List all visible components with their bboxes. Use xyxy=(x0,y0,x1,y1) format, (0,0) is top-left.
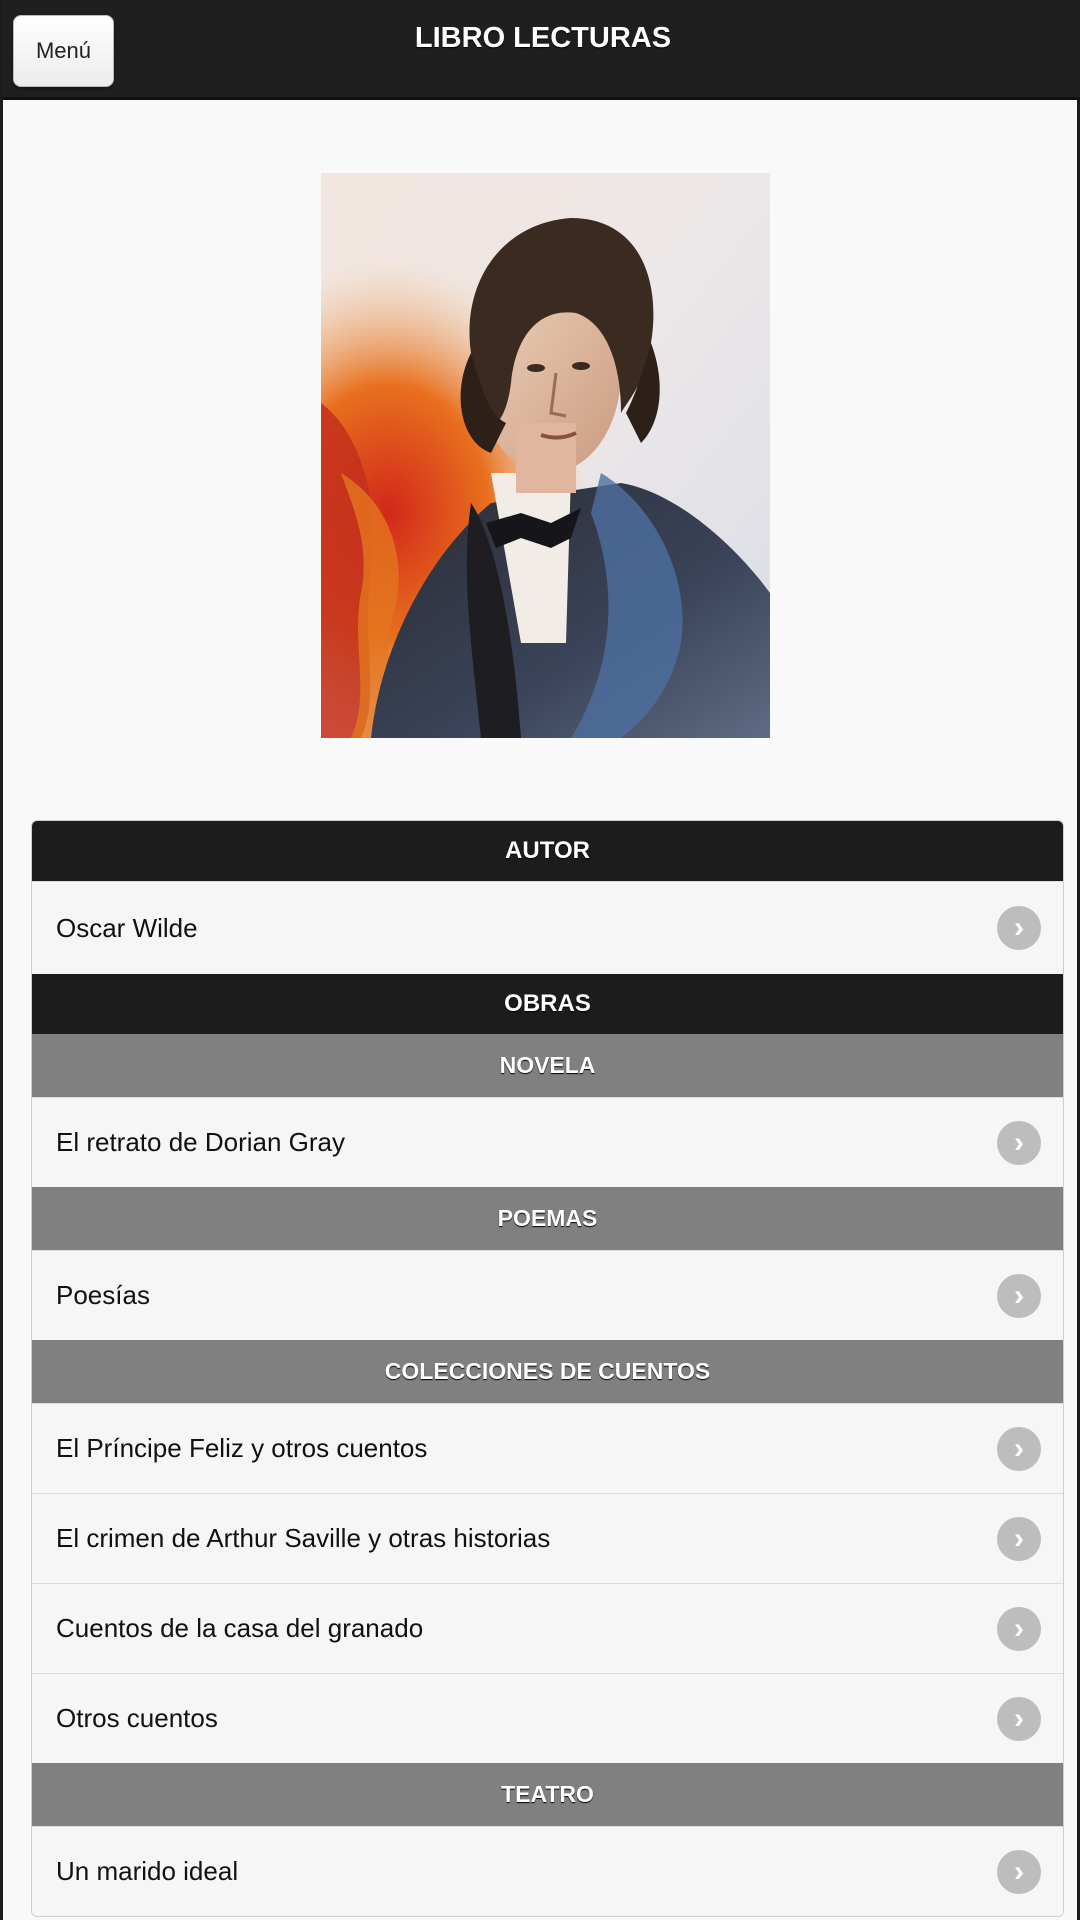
page-title: LIBRO LECTURAS xyxy=(414,22,672,54)
chevron-right-icon: › xyxy=(997,1426,1041,1471)
list-item[interactable]: Un marido ideal › xyxy=(32,1826,1063,1916)
chevron-right-icon: › xyxy=(997,1516,1041,1561)
app-header: Menú LIBRO LECTURAS xyxy=(3,0,1080,100)
list-item[interactable]: El Príncipe Feliz y otros cuentos › xyxy=(32,1403,1063,1493)
chevron-right-icon: › xyxy=(997,1696,1041,1741)
section-header-teatro: TEATRO xyxy=(32,1763,1063,1826)
list-item-label: Poesías xyxy=(56,1280,150,1310)
chevron-right-icon: › xyxy=(997,1120,1041,1165)
chevron-right-icon: › xyxy=(997,1606,1041,1651)
list-item-label: Un marido ideal xyxy=(56,1856,239,1886)
list-item-label: Otros cuentos xyxy=(56,1703,218,1733)
list-item[interactable]: Cuentos de la casa del granado › xyxy=(32,1583,1063,1673)
chevron-right-icon: › xyxy=(997,906,1041,950)
section-header-colecciones: COLECCIONES DE CUENTOS xyxy=(32,1340,1063,1403)
section-header-autor: AUTOR xyxy=(32,821,1063,881)
list-item-label: Cuentos de la casa del granado xyxy=(56,1613,424,1643)
list-item-label: El Príncipe Feliz y otros cuentos xyxy=(56,1433,428,1463)
books-listview: AUTOR Oscar Wilde › OBRAS NOVELA El retr… xyxy=(31,820,1064,1917)
list-item[interactable]: Poesías › xyxy=(32,1250,1063,1340)
list-item-label: Oscar Wilde xyxy=(56,912,198,943)
author-portrait-image xyxy=(321,173,770,738)
list-item[interactable]: Otros cuentos › xyxy=(32,1673,1063,1763)
chevron-right-icon: › xyxy=(997,1273,1041,1318)
list-item[interactable]: El crimen de Arthur Saville y otras hist… xyxy=(32,1493,1063,1583)
section-header-obras: OBRAS xyxy=(32,974,1063,1034)
section-header-novela: NOVELA xyxy=(32,1034,1063,1097)
list-item-label: El crimen de Arthur Saville y otras hist… xyxy=(56,1523,551,1553)
section-header-poemas: POEMAS xyxy=(32,1187,1063,1250)
list-item[interactable]: El retrato de Dorian Gray › xyxy=(32,1097,1063,1187)
list-item[interactable]: Oscar Wilde › xyxy=(32,881,1063,974)
list-item-label: El retrato de Dorian Gray xyxy=(56,1127,346,1157)
chevron-right-icon: › xyxy=(997,1849,1041,1894)
